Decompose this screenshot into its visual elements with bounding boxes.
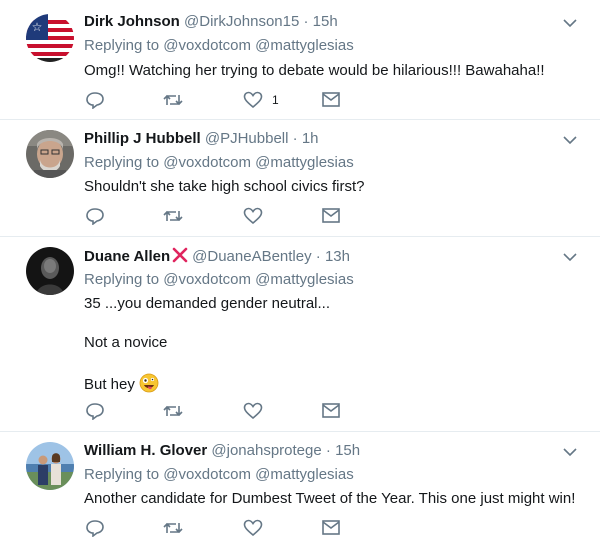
tweet-text: 35 ...you demanded gender neutral... <box>84 295 331 312</box>
tweet-header: Dirk Johnson @DirkJohnson15 · 15h <box>84 13 338 31</box>
avatar[interactable]: ☆ <box>26 14 74 62</box>
heart-icon <box>243 91 263 109</box>
reply-icon <box>86 403 104 420</box>
chevron-down-icon <box>563 19 577 28</box>
reply-icon <box>86 92 104 109</box>
timestamp[interactable]: 13h <box>325 248 350 265</box>
svg-text:☆: ☆ <box>32 20 43 34</box>
user-handle[interactable]: @DuaneABentley <box>192 248 311 265</box>
direct-message-icon <box>322 208 340 223</box>
direct-message-button[interactable] <box>321 91 341 109</box>
tweet-text: Not a novice <box>84 334 168 351</box>
like-button[interactable] <box>243 207 263 225</box>
replying-to[interactable]: Replying to @voxdotcom @mattyglesias <box>84 271 354 289</box>
tweet-text: Omg!! Watching her trying to debate woul… <box>84 62 545 79</box>
heart-icon <box>243 519 263 537</box>
reply-button[interactable] <box>85 91 105 109</box>
avatar[interactable] <box>26 130 74 178</box>
tweet-text: Another candidate for Dumbest Tweet of t… <box>84 490 576 507</box>
retweet-icon <box>163 405 183 417</box>
replying-to[interactable]: Replying to @voxdotcom @mattyglesias <box>84 154 354 172</box>
replying-to[interactable]: Replying to @voxdotcom @mattyglesias <box>84 466 354 484</box>
direct-message-button[interactable] <box>321 207 341 225</box>
retweet-button[interactable] <box>163 91 183 109</box>
like-count: 1 <box>272 93 279 107</box>
replying-to[interactable]: Replying to @voxdotcom @mattyglesias <box>84 37 354 55</box>
user-handle[interactable]: @jonahsprotege <box>211 442 321 459</box>
retweet-button[interactable] <box>163 207 183 225</box>
more-options-button[interactable] <box>562 447 578 457</box>
timestamp[interactable]: 1h <box>302 130 319 147</box>
separator-dot: · <box>292 130 298 147</box>
display-name[interactable]: William H. Glover <box>84 442 207 459</box>
display-name[interactable]: Dirk Johnson <box>84 13 180 30</box>
direct-message-icon <box>322 520 340 535</box>
tweet-text: But hey <box>84 373 159 394</box>
separator-dot: · <box>325 442 331 459</box>
more-options-button[interactable] <box>562 135 578 145</box>
like-button[interactable] <box>243 519 263 537</box>
separator-dot: · <box>303 13 309 30</box>
more-options-button[interactable] <box>562 252 578 262</box>
direct-message-button[interactable] <box>321 402 341 420</box>
tweet-header: Duane Allen @DuaneABentley · 13h <box>84 247 350 266</box>
user-photo-avatar-icon <box>26 130 74 178</box>
display-name[interactable]: Phillip J Hubbell <box>84 130 201 147</box>
timestamp[interactable]: 15h <box>313 13 338 30</box>
user-handle[interactable]: @PJHubbell <box>205 130 289 147</box>
direct-message-icon <box>322 92 340 107</box>
crazy-face-emoji-icon <box>139 373 159 393</box>
tweet[interactable]: Phillip J Hubbell @PJHubbell · 1h Replyi… <box>0 120 600 237</box>
separator-dot: · <box>315 248 321 265</box>
reply-button[interactable] <box>85 519 105 537</box>
user-photo-avatar-icon <box>26 442 74 490</box>
timestamp[interactable]: 15h <box>335 442 360 459</box>
direct-message-button[interactable] <box>321 519 341 537</box>
tweet-header: William H. Glover @jonahsprotege · 15h <box>84 442 360 460</box>
like-button[interactable] <box>243 91 263 109</box>
reply-icon <box>86 208 104 225</box>
retweet-button[interactable] <box>163 519 183 537</box>
retweet-icon <box>163 210 183 222</box>
heart-icon <box>243 402 263 420</box>
user-photo-avatar-icon <box>26 247 74 295</box>
avatar[interactable] <box>26 247 74 295</box>
chevron-down-icon <box>563 136 577 145</box>
heart-icon <box>243 207 263 225</box>
user-handle[interactable]: @DirkJohnson15 <box>184 13 299 30</box>
direct-message-icon <box>322 403 340 418</box>
reply-button[interactable] <box>85 207 105 225</box>
retweet-button[interactable] <box>163 402 183 420</box>
display-name[interactable]: Duane Allen <box>84 248 170 265</box>
chevron-down-icon <box>563 253 577 262</box>
retweet-icon <box>163 522 183 534</box>
more-options-button[interactable] <box>562 18 578 28</box>
reply-icon <box>86 520 104 537</box>
red-x-icon <box>172 247 188 263</box>
tweet[interactable]: ☆ Dirk Johnson @DirkJohnson15 · 15h Repl… <box>0 0 600 120</box>
like-button[interactable] <box>243 402 263 420</box>
tweet[interactable]: William H. Glover @jonahsprotege · 15h R… <box>0 432 600 541</box>
tweet[interactable]: Duane Allen @DuaneABentley · 13h Replying… <box>0 237 600 432</box>
reply-button[interactable] <box>85 402 105 420</box>
avatar[interactable] <box>26 442 74 490</box>
tweet-text: Shouldn't she take high school civics fi… <box>84 178 365 195</box>
tweet-header: Phillip J Hubbell @PJHubbell · 1h <box>84 130 319 148</box>
retweet-icon <box>163 94 183 106</box>
reply-feed: ☆ Dirk Johnson @DirkJohnson15 · 15h Repl… <box>0 0 600 541</box>
chevron-down-icon <box>563 448 577 457</box>
tweet-text-span: But hey <box>84 376 135 393</box>
american-flag-avatar-icon: ☆ <box>26 14 74 62</box>
